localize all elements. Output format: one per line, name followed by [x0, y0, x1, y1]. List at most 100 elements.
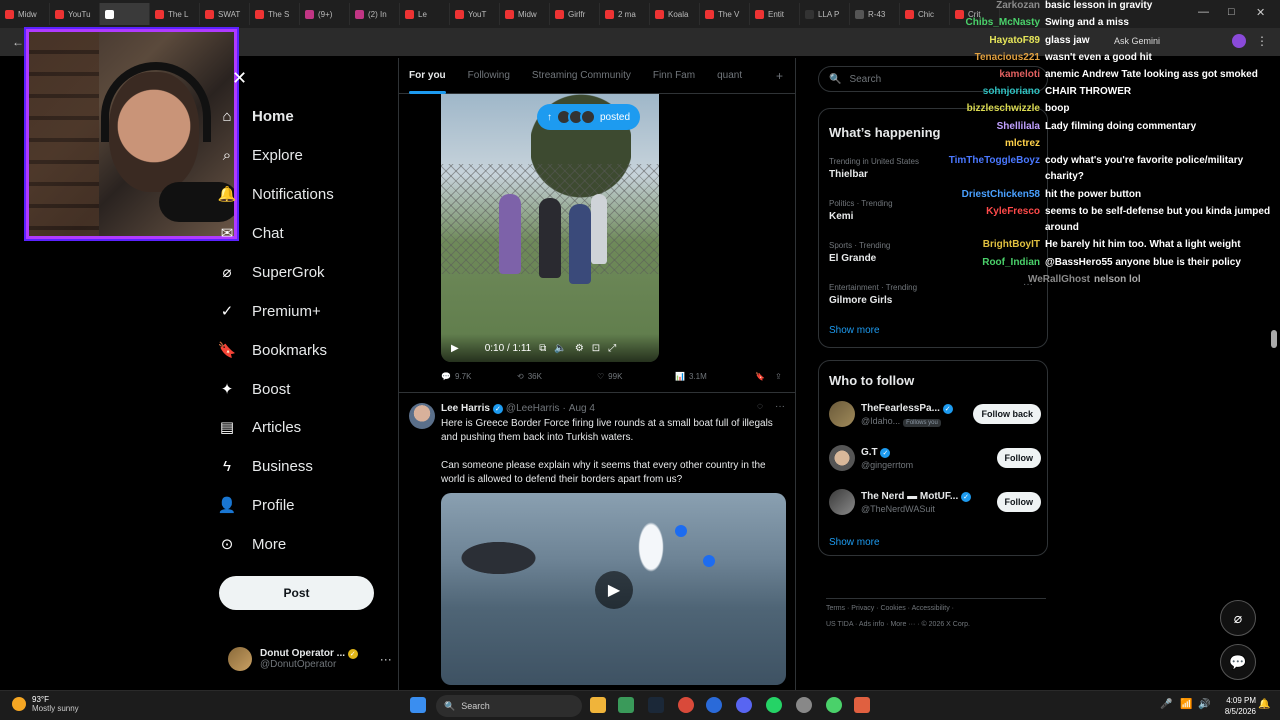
nav-item-explore[interactable]: ⌕ Explore [218, 140, 303, 170]
chat-username[interactable]: WeRallGhost [1028, 274, 1090, 285]
browser-tab[interactable]: Midw [0, 3, 50, 25]
author-name[interactable]: Lee Harris [441, 403, 490, 414]
fullscreen-icon[interactable]: ⤢ [608, 343, 616, 354]
browser-tab[interactable]: 2 ma [600, 3, 650, 25]
back-icon[interactable]: ← [12, 35, 24, 49]
browser-tab[interactable]: SWAT [200, 3, 250, 25]
discord-icon[interactable] [736, 697, 752, 713]
notification-bell-icon[interactable]: 🔔 [1258, 699, 1270, 710]
browser-tab[interactable]: Entit [750, 3, 800, 25]
tab-streaming-community[interactable]: Streaming Community [532, 58, 631, 94]
browser-tab[interactable]: Le [400, 3, 450, 25]
views-button[interactable]: 📊 3.1M [675, 372, 755, 381]
chat-username[interactable]: Zarkozan [996, 0, 1040, 11]
more-dots-icon[interactable]: ··· [380, 652, 392, 666]
suggestion-name[interactable]: The Nerd ▬ MotUF... [861, 491, 958, 502]
follow-button[interactable]: Follow [996, 448, 1041, 468]
app-icon[interactable] [854, 697, 870, 713]
windows-start-icon[interactable] [410, 697, 426, 713]
nav-item-supergrok[interactable]: ⌀ SuperGrok [218, 257, 324, 287]
app-icon[interactable] [618, 697, 634, 713]
app-icon[interactable] [796, 697, 812, 713]
follow-button[interactable]: Follow [996, 492, 1041, 512]
browser-tab[interactable]: YouTu [50, 3, 100, 25]
taskbar-search[interactable]: 🔍 Search [436, 695, 582, 717]
microphone-icon[interactable]: 🎤 [1160, 699, 1172, 710]
chat-username[interactable]: KyleFresco [986, 206, 1040, 217]
browser-tab[interactable]: R-43 [850, 3, 900, 25]
file-explorer-icon[interactable] [590, 697, 606, 713]
follow-button[interactable]: Follow back [973, 404, 1041, 424]
tweet-date[interactable]: Aug 4 [569, 403, 595, 414]
weather-widget[interactable]: 93°F Mostly sunny [12, 695, 79, 713]
browser-tab[interactable]: The V [700, 3, 750, 25]
chat-username[interactable]: bizzleschwizzle [967, 103, 1040, 114]
follow-suggestion[interactable]: The Nerd ▬ MotUF... ✓ @TheNerdWASuit Follo… [829, 489, 1041, 521]
chat-username[interactable]: sohnjoriano [983, 86, 1040, 97]
pip-icon[interactable]: ⊡ [592, 343, 600, 354]
follow-suggestion[interactable]: G.T ✓ @gingerrtom Follow [829, 445, 1041, 477]
browser-tab[interactable]: YouT [450, 3, 500, 25]
reply-button[interactable]: 💬 9.7K [441, 372, 517, 381]
browser-tab[interactable]: (9+) [300, 3, 350, 25]
nav-item-premium[interactable]: ✓ Premium+ [218, 296, 321, 326]
account-switcher[interactable]: Donut Operator ... ✓ @DonutOperator ··· [228, 644, 398, 674]
chrome-icon[interactable] [678, 697, 694, 713]
nav-item-more[interactable]: ⊙ More [218, 529, 286, 559]
chat-username[interactable]: kameloti [999, 69, 1040, 80]
browser-tab[interactable]: Koala [650, 3, 700, 25]
browser-tab[interactable]: (2) In [350, 3, 400, 25]
browser-tab[interactable]: The S [250, 3, 300, 25]
browser-tab[interactable]: Girlfr [550, 3, 600, 25]
nav-item-profile[interactable]: 👤 Profile [218, 490, 295, 520]
steam-icon[interactable] [648, 697, 664, 713]
scrollbar-thumb[interactable] [1271, 330, 1277, 348]
tweet-lee-harris[interactable]: Lee Harris ✓ @LeeHarris · Aug 4 ◌ ··· He… [399, 392, 795, 685]
like-button[interactable]: ♡ 99K [597, 372, 675, 381]
chat-username[interactable]: Roof_Indian [982, 257, 1040, 268]
footer-line[interactable]: US TIDA · Ads info · More ··· · © 2026 X… [826, 617, 1046, 633]
chat-username[interactable]: HayatoF89 [989, 35, 1040, 46]
chat-username[interactable]: Chibs_McNasty [966, 17, 1040, 28]
bookmark-button[interactable]: 🔖 [755, 372, 775, 381]
grok-float-button[interactable]: ⌀ [1220, 600, 1256, 636]
suggestion-name[interactable]: G.T [861, 447, 878, 458]
tab-finn-fam[interactable]: Finn Fam [653, 58, 695, 94]
messages-float-button[interactable]: 💬 [1220, 644, 1256, 680]
nav-item-notifications[interactable]: 🔔 Notifications [218, 179, 334, 209]
play-icon[interactable]: ▶ [451, 343, 459, 354]
nav-item-chat[interactable]: ✉ Chat [218, 218, 284, 248]
nav-item-bookmarks[interactable]: 🔖 Bookmarks [218, 335, 327, 365]
share-button[interactable]: ⇪ [775, 372, 782, 381]
chat-username[interactable]: TimTheToggleBoyz [949, 155, 1040, 166]
suggestion-avatar[interactable] [829, 445, 855, 471]
tab-quant[interactable]: quant [717, 58, 742, 94]
follow-suggestion[interactable]: TheFearlessPa... ✓ @Idaho... Follows you Fo… [829, 401, 1041, 433]
nav-item-articles[interactable]: ▤ Articles [218, 412, 301, 442]
chat-username[interactable]: DriestChicken58 [962, 189, 1040, 200]
grok-icon[interactable]: ◌ [757, 401, 763, 412]
add-tab-icon[interactable]: + [776, 69, 783, 83]
tweet1-video[interactable]: ▶ 0:10 / 1:11 ⧉ 🔈 ⚙ ⊡ ⤢ [441, 94, 659, 362]
play-button[interactable]: ▶ [595, 571, 633, 609]
nav-item-business[interactable]: ϟ Business [218, 451, 313, 481]
chat-username[interactable]: mlctrez [1005, 138, 1040, 149]
wifi-icon[interactable]: 📶 [1180, 699, 1192, 710]
author-handle[interactable]: @LeeHarris [506, 403, 560, 414]
chrome-icon[interactable] [826, 697, 842, 713]
more-dots-icon[interactable]: ··· [775, 401, 785, 412]
system-clock[interactable]: 4:09 PM 8/5/2026 [1225, 695, 1256, 717]
tweet2-video[interactable]: ▶ [441, 493, 786, 685]
nav-item-home[interactable]: ⌂ Home [218, 101, 293, 131]
nav-item-boost[interactable]: ✦ Boost [218, 374, 291, 404]
browser-tab[interactable]: Midw [500, 3, 550, 25]
whatsapp-icon[interactable] [766, 697, 782, 713]
chat-username[interactable]: BrightBoyIT [983, 239, 1040, 250]
repost-button[interactable]: ⟲ 36K [517, 372, 597, 381]
volume-icon[interactable]: 🔊 [1198, 699, 1210, 710]
tab-for-you[interactable]: For you [409, 58, 446, 94]
new-posts-pill[interactable]: ↑ posted [537, 104, 641, 130]
chat-username[interactable]: Shellilala [997, 121, 1040, 132]
show-more-link[interactable]: Show more [829, 537, 880, 548]
author-avatar[interactable] [409, 403, 435, 429]
